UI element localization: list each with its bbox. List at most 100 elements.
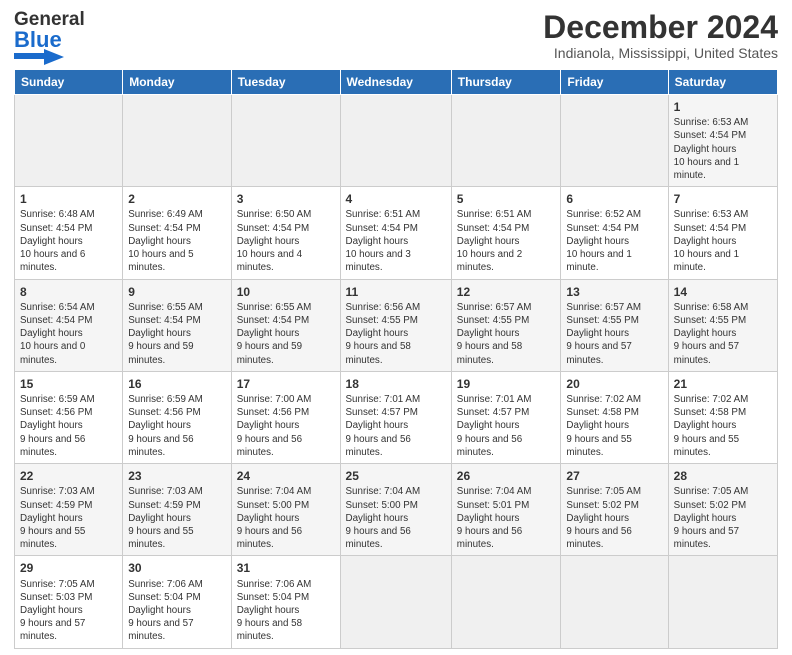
day-detail: Sunrise: 6:57 AMSunset: 4:55 PMDaylight … xyxy=(457,301,556,367)
day-number: 3 xyxy=(237,191,335,207)
day-number: 24 xyxy=(237,468,335,484)
day-cell: 10Sunrise: 6:55 AMSunset: 4:54 PMDayligh… xyxy=(231,279,340,371)
day-cell: 8Sunrise: 6:54 AMSunset: 4:54 PMDaylight… xyxy=(15,279,123,371)
day-detail: Sunrise: 7:04 AMSunset: 5:00 PMDaylight … xyxy=(346,485,446,551)
day-detail: Sunrise: 7:05 AMSunset: 5:03 PMDaylight … xyxy=(20,578,117,644)
week-row-3: 8Sunrise: 6:54 AMSunset: 4:54 PMDaylight… xyxy=(15,279,778,371)
day-detail: Sunrise: 6:55 AMSunset: 4:54 PMDaylight … xyxy=(128,301,225,367)
day-detail: Sunrise: 7:06 AMSunset: 5:04 PMDaylight … xyxy=(237,578,335,644)
day-cell: 23Sunrise: 7:03 AMSunset: 4:59 PMDayligh… xyxy=(123,464,231,556)
col-header-monday: Monday xyxy=(123,70,231,95)
day-detail: Sunrise: 7:04 AMSunset: 5:01 PMDaylight … xyxy=(457,485,556,551)
day-number: 28 xyxy=(674,468,772,484)
day-cell: 21Sunrise: 7:02 AMSunset: 4:58 PMDayligh… xyxy=(668,371,777,463)
day-detail: Sunrise: 6:57 AMSunset: 4:55 PMDaylight … xyxy=(566,301,662,367)
calendar-table: SundayMondayTuesdayWednesdayThursdayFrid… xyxy=(14,69,778,649)
day-cell: 25Sunrise: 7:04 AMSunset: 5:00 PMDayligh… xyxy=(340,464,451,556)
day-detail: Sunrise: 6:59 AMSunset: 4:56 PMDaylight … xyxy=(128,393,225,459)
logo: General Blue xyxy=(14,10,85,65)
day-detail: Sunrise: 6:59 AMSunset: 4:56 PMDaylight … xyxy=(20,393,117,459)
day-cell: 12Sunrise: 6:57 AMSunset: 4:55 PMDayligh… xyxy=(451,279,561,371)
day-cell: 1Sunrise: 6:53 AMSunset: 4:54 PMDaylight… xyxy=(668,95,777,187)
day-cell: 19Sunrise: 7:01 AMSunset: 4:57 PMDayligh… xyxy=(451,371,561,463)
day-detail: Sunrise: 6:54 AMSunset: 4:54 PMDaylight … xyxy=(20,301,117,367)
day-cell: 11Sunrise: 6:56 AMSunset: 4:55 PMDayligh… xyxy=(340,279,451,371)
week-row-6: 29Sunrise: 7:05 AMSunset: 5:03 PMDayligh… xyxy=(15,556,778,648)
day-cell xyxy=(123,95,231,187)
day-detail: Sunrise: 7:05 AMSunset: 5:02 PMDaylight … xyxy=(566,485,662,551)
day-number: 21 xyxy=(674,376,772,392)
day-cell: 5Sunrise: 6:51 AMSunset: 4:54 PMDaylight… xyxy=(451,187,561,279)
day-cell: 26Sunrise: 7:04 AMSunset: 5:01 PMDayligh… xyxy=(451,464,561,556)
day-cell: 2Sunrise: 6:49 AMSunset: 4:54 PMDaylight… xyxy=(123,187,231,279)
day-cell: 31 Sunrise: 7:06 AMSunset: 5:04 PMDayligh… xyxy=(231,556,340,648)
day-number: 26 xyxy=(457,468,556,484)
day-cell: 30Sunrise: 7:06 AMSunset: 5:04 PMDayligh… xyxy=(123,556,231,648)
day-number: 17 xyxy=(237,376,335,392)
day-number: 12 xyxy=(457,284,556,300)
week-row-2: 1Sunrise: 6:48 AMSunset: 4:54 PMDaylight… xyxy=(15,187,778,279)
day-cell xyxy=(451,556,561,648)
day-cell: 7Sunrise: 6:53 AMSunset: 4:54 PMDaylight… xyxy=(668,187,777,279)
day-number: 9 xyxy=(128,284,225,300)
day-number: 5 xyxy=(457,191,556,207)
day-cell xyxy=(561,556,668,648)
day-number: 25 xyxy=(346,468,446,484)
day-number: 31 xyxy=(237,560,335,576)
day-cell: 13Sunrise: 6:57 AMSunset: 4:55 PMDayligh… xyxy=(561,279,668,371)
col-header-tuesday: Tuesday xyxy=(231,70,340,95)
day-number: 11 xyxy=(346,284,446,300)
day-number: 15 xyxy=(20,376,117,392)
day-number: 2 xyxy=(128,191,225,207)
day-detail: Sunrise: 6:48 AMSunset: 4:54 PMDaylight … xyxy=(20,208,117,274)
day-cell: 16Sunrise: 6:59 AMSunset: 4:56 PMDayligh… xyxy=(123,371,231,463)
day-detail: Sunrise: 6:53 AMSunset: 4:54 PMDaylight … xyxy=(674,116,772,182)
day-detail: Sunrise: 6:58 AMSunset: 4:55 PMDaylight … xyxy=(674,301,772,367)
day-cell xyxy=(340,95,451,187)
day-detail: Sunrise: 6:49 AMSunset: 4:54 PMDaylight … xyxy=(128,208,225,274)
day-cell xyxy=(15,95,123,187)
day-detail: Sunrise: 6:51 AMSunset: 4:54 PMDaylight … xyxy=(346,208,446,274)
logo-icon xyxy=(14,47,64,65)
day-number: 1 xyxy=(20,191,117,207)
day-cell: 17Sunrise: 7:00 AMSunset: 4:56 PMDayligh… xyxy=(231,371,340,463)
subtitle: Indianola, Mississippi, United States xyxy=(543,45,778,61)
day-detail: Sunrise: 6:51 AMSunset: 4:54 PMDaylight … xyxy=(457,208,556,274)
day-detail: Sunrise: 6:55 AMSunset: 4:54 PMDaylight … xyxy=(237,301,335,367)
day-number: 6 xyxy=(566,191,662,207)
col-header-friday: Friday xyxy=(561,70,668,95)
week-row-4: 15Sunrise: 6:59 AMSunset: 4:56 PMDayligh… xyxy=(15,371,778,463)
day-cell: 29Sunrise: 7:05 AMSunset: 5:03 PMDayligh… xyxy=(15,556,123,648)
day-cell xyxy=(561,95,668,187)
day-detail: Sunrise: 7:00 AMSunset: 4:56 PMDaylight … xyxy=(237,393,335,459)
day-detail: Sunrise: 7:01 AMSunset: 4:57 PMDaylight … xyxy=(457,393,556,459)
title-block: December 2024 Indianola, Mississippi, Un… xyxy=(543,10,778,61)
day-number: 10 xyxy=(237,284,335,300)
day-cell: 22Sunrise: 7:03 AMSunset: 4:59 PMDayligh… xyxy=(15,464,123,556)
day-detail: Sunrise: 7:05 AMSunset: 5:02 PMDaylight … xyxy=(674,485,772,551)
day-cell: 6Sunrise: 6:52 AMSunset: 4:54 PMDaylight… xyxy=(561,187,668,279)
day-cell: 24Sunrise: 7:04 AMSunset: 5:00 PMDayligh… xyxy=(231,464,340,556)
page-container: General Blue December 2024 Indianola, Mi… xyxy=(0,0,792,655)
day-cell xyxy=(340,556,451,648)
day-cell: 18Sunrise: 7:01 AMSunset: 4:57 PMDayligh… xyxy=(340,371,451,463)
day-detail: Sunrise: 7:02 AMSunset: 4:58 PMDaylight … xyxy=(566,393,662,459)
day-cell: 9Sunrise: 6:55 AMSunset: 4:54 PMDaylight… xyxy=(123,279,231,371)
main-title: December 2024 xyxy=(543,10,778,45)
day-detail: Sunrise: 7:03 AMSunset: 4:59 PMDaylight … xyxy=(20,485,117,551)
day-detail: Sunrise: 7:02 AMSunset: 4:58 PMDaylight … xyxy=(674,393,772,459)
day-number: 8 xyxy=(20,284,117,300)
day-cell xyxy=(668,556,777,648)
header: General Blue December 2024 Indianola, Mi… xyxy=(14,10,778,65)
day-number: 4 xyxy=(346,191,446,207)
day-number: 22 xyxy=(20,468,117,484)
col-header-wednesday: Wednesday xyxy=(340,70,451,95)
week-row-5: 22Sunrise: 7:03 AMSunset: 4:59 PMDayligh… xyxy=(15,464,778,556)
week-row-1: 1Sunrise: 6:53 AMSunset: 4:54 PMDaylight… xyxy=(15,95,778,187)
logo-text: General Blue xyxy=(14,10,85,51)
column-headers: SundayMondayTuesdayWednesdayThursdayFrid… xyxy=(15,70,778,95)
day-cell: 27Sunrise: 7:05 AMSunset: 5:02 PMDayligh… xyxy=(561,464,668,556)
day-detail: Sunrise: 7:06 AMSunset: 5:04 PMDaylight … xyxy=(128,578,225,644)
col-header-thursday: Thursday xyxy=(451,70,561,95)
day-detail: Sunrise: 6:56 AMSunset: 4:55 PMDaylight … xyxy=(346,301,446,367)
